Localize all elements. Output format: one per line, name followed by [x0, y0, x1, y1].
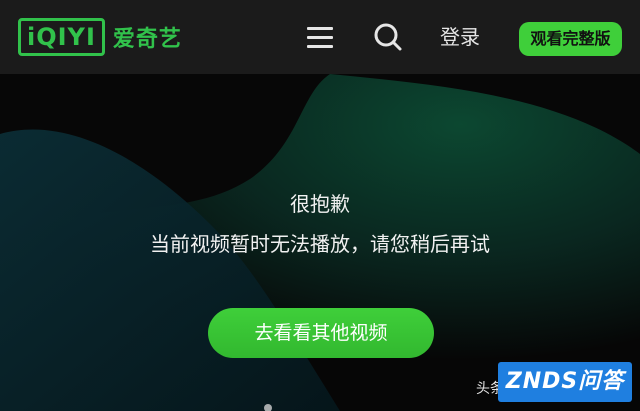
search-icon[interactable] [373, 22, 403, 52]
hamburger-menu-icon[interactable] [305, 22, 335, 52]
login-link[interactable]: 登录 [440, 24, 480, 50]
logo-name: 爱奇艺 [112, 27, 182, 52]
watch-full-version-button[interactable]: 观看完整版 [519, 22, 622, 56]
logo-mark: iQIYI [18, 18, 105, 56]
video-unavailable-screen: iQIYI 爱奇艺 登录 观看完整版 很抱歉 当前视频暂时无法播放，请您稍后再试… [0, 0, 640, 411]
pagination-dot [264, 404, 272, 411]
top-nav-bar: iQIYI 爱奇艺 登录 观看完整版 [0, 0, 640, 74]
browse-other-videos-button[interactable]: 去看看其他视频 [208, 308, 434, 358]
iqiyi-logo[interactable]: iQIYI 爱奇艺 [18, 18, 182, 56]
znds-watermark: ZNDS问答 [498, 362, 632, 402]
error-message: 当前视频暂时无法播放，请您稍后再试 [150, 232, 490, 256]
error-title: 很抱歉 [290, 192, 350, 216]
hamburger-menu-icon-graphic [307, 27, 333, 48]
search-icon-graphic [374, 23, 402, 51]
